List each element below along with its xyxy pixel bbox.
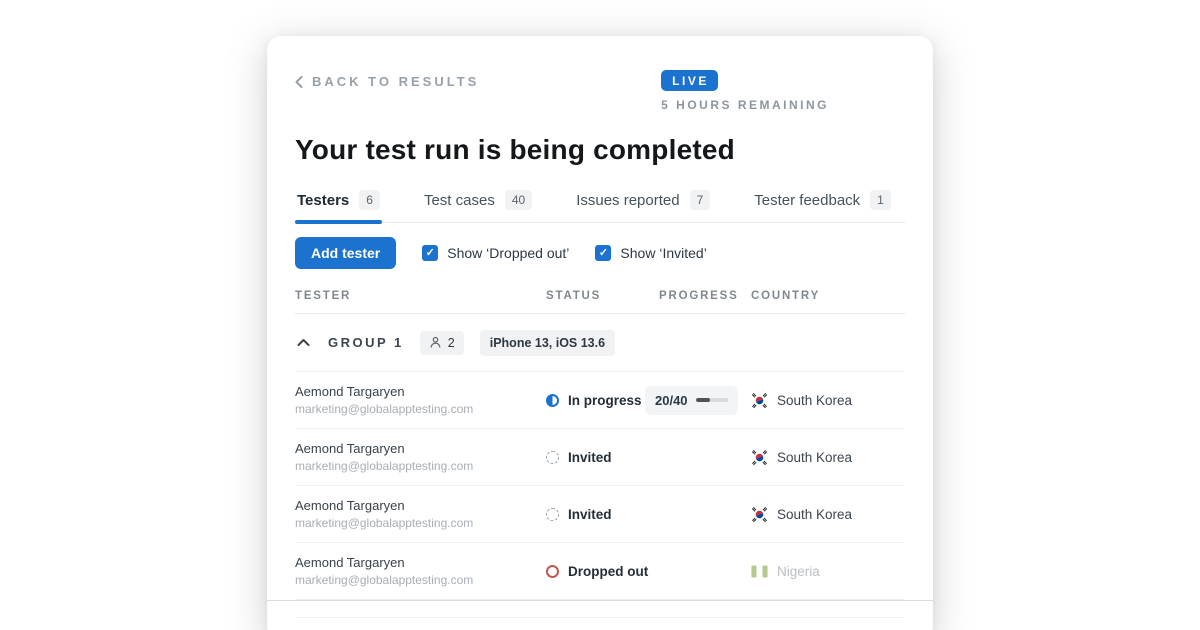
status-label: Invited [568, 507, 612, 522]
tester-row: Aemond Targaryen marketing@globalapptest… [295, 372, 905, 429]
filter-show-invited[interactable]: ✓ Show ‘Invited’ [595, 245, 706, 261]
group-name: GROUP 1 [328, 335, 404, 350]
status-invited-icon [546, 451, 559, 464]
table-header-row: TESTER STATUS PROGRESS COUNTRY [295, 282, 905, 314]
tester-name: Aemond Targaryen [295, 441, 546, 456]
card-header: BACK TO RESULTS LIVE 5 HOURS REMAINING [295, 70, 905, 112]
page-title: Your test run is being completed [295, 134, 905, 166]
tester-email: marketing@globalapptesting.com [295, 573, 546, 587]
tester-row: Aemond Targaryen marketing@globalapptest… [295, 429, 905, 486]
tester-email: marketing@globalapptesting.com [295, 516, 546, 530]
column-header-tester: TESTER [295, 290, 546, 302]
chevron-left-icon [295, 76, 303, 88]
progress-chip: 20/40 [645, 386, 738, 415]
status-in-progress-icon [546, 394, 559, 407]
country-cell: South Korea [751, 392, 905, 409]
progress-cell: 20/40 [645, 386, 751, 415]
tab-issues-reported[interactable]: Issues reported 7 [574, 184, 712, 222]
flag-south-korea-icon [751, 506, 768, 523]
live-status-block: LIVE 5 HOURS REMAINING [661, 70, 829, 112]
status-cell: In progress [546, 393, 659, 408]
toolbar: Add tester ✓ Show ‘Dropped out’ ✓ Show ‘… [295, 223, 905, 282]
tester-name: Aemond Targaryen [295, 384, 546, 399]
tester-cell: Aemond Targaryen marketing@globalapptest… [295, 441, 546, 473]
tester-name: Aemond Targaryen [295, 555, 546, 570]
status-label: In progress [568, 393, 642, 408]
status-label: Dropped out [568, 564, 648, 579]
country-label: Nigeria [777, 564, 820, 579]
status-cell: Dropped out [546, 564, 659, 579]
card-bottom-padding [295, 618, 905, 630]
status-cell: Invited [546, 450, 659, 465]
country-label: South Korea [777, 393, 852, 408]
column-header-status: STATUS [546, 290, 659, 302]
tester-email: marketing@globalapptesting.com [295, 402, 546, 416]
tester-row: Aemond Targaryen marketing@globalapptest… [295, 543, 905, 600]
checkbox-checked-icon[interactable]: ✓ [595, 245, 611, 261]
tab-tester-feedback-label: Tester feedback [754, 192, 860, 209]
tab-test-cases[interactable]: Test cases 40 [422, 184, 534, 222]
country-cell: Nigeria [751, 564, 905, 579]
flag-south-korea-icon [751, 449, 768, 466]
tab-issues-reported-count-badge: 7 [690, 190, 711, 210]
filter-invited-label: Show ‘Invited’ [620, 245, 706, 261]
person-icon [429, 336, 442, 349]
filter-show-dropped-out[interactable]: ✓ Show ‘Dropped out’ [422, 245, 569, 261]
country-label: South Korea [777, 450, 852, 465]
tab-testers[interactable]: Testers 6 [295, 184, 382, 222]
back-link-label: BACK TO RESULTS [312, 74, 479, 89]
live-badge: LIVE [661, 70, 718, 91]
tester-cell: Aemond Targaryen marketing@globalapptest… [295, 384, 546, 416]
status-cell: Invited [546, 507, 659, 522]
tab-tester-feedback[interactable]: Tester feedback 1 [752, 184, 893, 222]
section-divider [267, 600, 933, 601]
tester-row: Aemond Targaryen marketing@globalapptest… [295, 486, 905, 543]
test-run-card: BACK TO RESULTS LIVE 5 HOURS REMAINING Y… [267, 36, 933, 630]
flag-south-korea-icon [751, 392, 768, 409]
tab-bar: Testers 6 Test cases 40 Issues reported … [295, 184, 905, 223]
country-label: South Korea [777, 507, 852, 522]
progress-bar-fill [696, 398, 711, 402]
status-invited-icon [546, 508, 559, 521]
progress-bar [696, 398, 728, 402]
country-cell: South Korea [751, 506, 905, 523]
progress-value: 20/40 [655, 393, 688, 408]
tester-email: marketing@globalapptesting.com [295, 459, 546, 473]
group-row: GROUP 1 2 iPhone 13, iOS 13.6 [295, 314, 905, 372]
checkbox-checked-icon[interactable]: ✓ [422, 245, 438, 261]
filter-dropped-out-label: Show ‘Dropped out’ [447, 245, 569, 261]
collapse-group-button[interactable] [295, 334, 312, 351]
status-label: Invited [568, 450, 612, 465]
group-tester-count-chip: 2 [420, 331, 464, 355]
time-remaining-label: 5 HOURS REMAINING [661, 98, 829, 112]
column-header-country: COUNTRY [751, 290, 905, 302]
tester-cell: Aemond Targaryen marketing@globalapptest… [295, 555, 546, 587]
tab-test-cases-count-badge: 40 [505, 190, 532, 210]
group-device-chip: iPhone 13, iOS 13.6 [480, 330, 615, 356]
flag-nigeria-icon [751, 564, 768, 579]
tab-tester-feedback-count-badge: 1 [870, 190, 891, 210]
tester-cell: Aemond Targaryen marketing@globalapptest… [295, 498, 546, 530]
chevron-up-icon [297, 338, 310, 347]
tab-test-cases-label: Test cases [424, 192, 495, 209]
column-header-progress: PROGRESS [659, 290, 751, 302]
tab-testers-count-badge: 6 [359, 190, 380, 210]
tab-issues-reported-label: Issues reported [576, 192, 679, 209]
status-dropped-out-icon [546, 565, 559, 578]
tester-name: Aemond Targaryen [295, 498, 546, 513]
back-to-results-link[interactable]: BACK TO RESULTS [295, 74, 479, 89]
group-tester-count: 2 [448, 336, 455, 350]
country-cell: South Korea [751, 449, 905, 466]
tab-testers-label: Testers [297, 192, 349, 209]
add-tester-button[interactable]: Add tester [295, 237, 396, 269]
